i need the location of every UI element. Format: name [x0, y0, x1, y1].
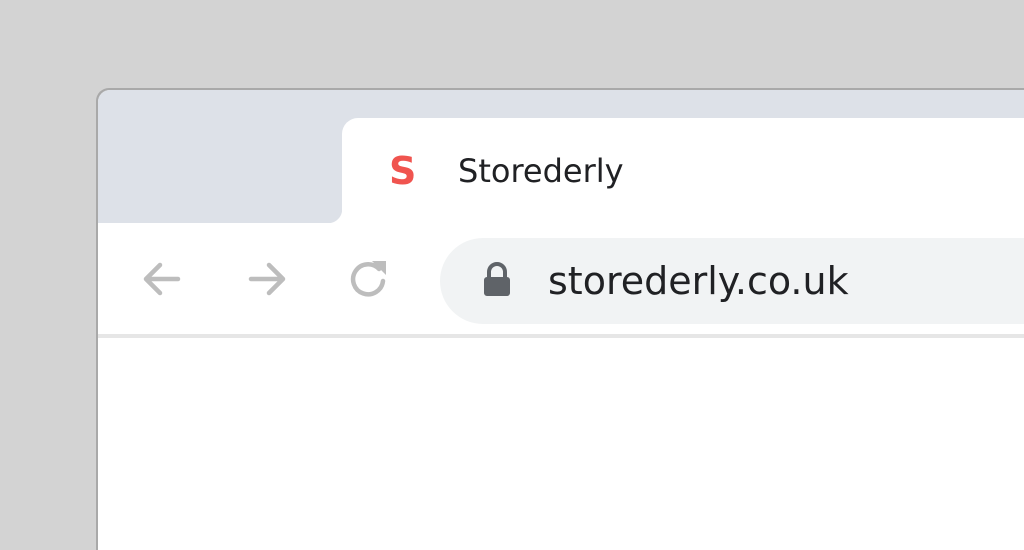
- browser-toolbar: storederly.co.uk: [98, 223, 1024, 338]
- reload-icon: [350, 261, 386, 297]
- back-button[interactable]: [134, 251, 190, 307]
- tab-title: Storederly: [458, 152, 624, 190]
- url-text[interactable]: storederly.co.uk: [548, 260, 849, 302]
- forward-button[interactable]: [239, 251, 295, 307]
- browser-window: S Storederly storederly.co.uk: [98, 90, 1024, 550]
- arrow-right-icon: [248, 262, 286, 296]
- tab-strip: S Storederly: [98, 90, 1024, 223]
- lock-icon: [484, 262, 510, 296]
- arrow-left-icon: [143, 262, 181, 296]
- storederly-logo-icon: S: [389, 149, 417, 193]
- address-bar[interactable]: storederly.co.uk: [440, 238, 1024, 324]
- active-tab[interactable]: S Storederly: [328, 118, 1024, 223]
- reload-button[interactable]: [340, 251, 396, 307]
- page-content: [98, 338, 1024, 550]
